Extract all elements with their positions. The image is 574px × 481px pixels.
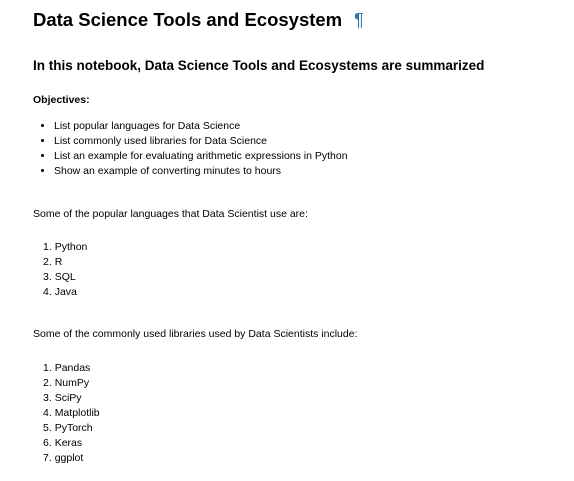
- list-item: 1. Pandas: [43, 361, 100, 376]
- list-number: 2.: [43, 377, 52, 389]
- list-item: 3. SQL: [43, 270, 87, 285]
- page-title: Data Science Tools and Ecosystem ¶: [33, 9, 364, 31]
- library-label: PyTorch: [54, 422, 93, 434]
- library-label: NumPy: [54, 377, 90, 389]
- objectives-heading: Objectives:: [33, 94, 90, 106]
- list-item: Show an example of converting minutes to…: [54, 164, 348, 179]
- list-number: 6.: [43, 437, 52, 449]
- list-number: 1.: [43, 241, 52, 253]
- library-label: Pandas: [54, 362, 91, 374]
- libraries-intro: Some of the commonly used libraries used…: [33, 328, 358, 340]
- list-number: 2.: [43, 256, 52, 268]
- languages-intro: Some of the popular languages that Data …: [33, 208, 308, 220]
- list-item: 7. ggplot: [43, 451, 100, 466]
- library-label: SciPy: [54, 392, 82, 404]
- list-item: 1. Python: [43, 240, 87, 255]
- list-item: 3. SciPy: [43, 391, 100, 406]
- list-item: 6. Keras: [43, 436, 100, 451]
- list-item: 2. R: [43, 255, 87, 270]
- list-number: 4.: [43, 286, 52, 298]
- list-number: 7.: [43, 452, 52, 464]
- anchor-link-icon[interactable]: ¶: [354, 10, 364, 30]
- library-label: ggplot: [54, 452, 84, 464]
- library-label: Matplotlib: [54, 407, 100, 419]
- languages-list: 1. Python 2. R 3. SQL 4. Java: [33, 240, 87, 300]
- list-number: 1.: [43, 362, 52, 374]
- language-label: R: [54, 256, 63, 268]
- list-item: List commonly used libraries for Data Sc…: [54, 134, 348, 149]
- language-label: SQL: [54, 271, 76, 283]
- list-number: 4.: [43, 407, 52, 419]
- library-label: Keras: [54, 437, 83, 449]
- list-number: 3.: [43, 271, 52, 283]
- notebook-subheading: In this notebook, Data Science Tools and…: [33, 58, 485, 73]
- language-label: Java: [54, 286, 77, 298]
- list-item: List popular languages for Data Science: [54, 119, 348, 134]
- page-title-text: Data Science Tools and Ecosystem: [33, 9, 343, 30]
- list-item: 4. Java: [43, 285, 87, 300]
- list-item: 2. NumPy: [43, 376, 100, 391]
- list-number: 3.: [43, 392, 52, 404]
- list-item: 4. Matplotlib: [43, 406, 100, 421]
- list-item: 5. PyTorch: [43, 421, 100, 436]
- libraries-list: 1. Pandas 2. NumPy 3. SciPy 4. Matplotli…: [33, 361, 100, 466]
- language-label: Python: [54, 241, 88, 253]
- list-item: List an example for evaluating arithmeti…: [54, 149, 348, 164]
- list-number: 5.: [43, 422, 52, 434]
- objectives-list: List popular languages for Data Science …: [33, 119, 348, 179]
